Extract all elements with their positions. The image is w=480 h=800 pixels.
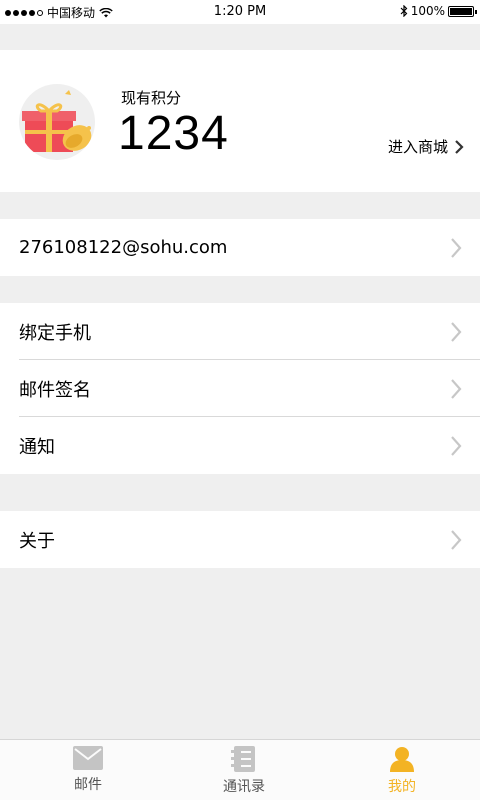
chevron-right-icon (455, 139, 464, 154)
settings-item-signature[interactable]: 邮件签名 (0, 360, 480, 417)
enter-mall-label: 进入商城 (387, 138, 448, 156)
mail-icon (73, 746, 103, 770)
account-email-row[interactable]: 276108122@sohu.com (0, 219, 480, 276)
chevron-right-icon (451, 322, 462, 342)
status-right: 100% (400, 4, 477, 18)
battery-percent: 100% (410, 4, 445, 18)
about-row[interactable]: 关于 (0, 511, 480, 568)
tab-mail[interactable]: 邮件 (8, 746, 168, 794)
settings-item-label: 通知 (19, 436, 55, 458)
chevron-right-icon (451, 436, 462, 456)
gift-icon (19, 84, 95, 160)
settings-item-label: 邮件签名 (19, 379, 91, 401)
tab-bar: 邮件 通讯录 我的 (0, 739, 480, 800)
chevron-right-icon (451, 238, 462, 258)
chevron-right-icon (451, 379, 462, 399)
chevron-right-icon (451, 530, 462, 550)
tab-label: 通讯录 (223, 779, 265, 795)
tab-label: 邮件 (74, 777, 102, 793)
contacts-icon (231, 746, 255, 772)
about-label: 关于 (19, 530, 55, 552)
settings-item-notifications[interactable]: 通知 (0, 417, 480, 474)
points-label: 现有积分 (121, 89, 182, 107)
account-email: 276108122@sohu.com (19, 237, 228, 258)
tab-label: 我的 (388, 779, 416, 795)
battery-icon (448, 5, 477, 17)
points-card: 现有积分 1234 进入商城 (0, 50, 480, 192)
bluetooth-icon (400, 5, 408, 17)
settings-item-bind-phone[interactable]: 绑定手机 (0, 303, 480, 360)
profile-icon (390, 747, 414, 772)
enter-mall-link[interactable]: 进入商城 (388, 136, 464, 157)
settings-item-label: 绑定手机 (19, 322, 91, 344)
status-bar: 中国移动 1:20 PM 100% (0, 0, 480, 24)
points-value: 1234 (118, 107, 229, 160)
tab-contacts[interactable]: 通讯录 (164, 746, 324, 796)
tab-profile[interactable]: 我的 (322, 746, 480, 796)
